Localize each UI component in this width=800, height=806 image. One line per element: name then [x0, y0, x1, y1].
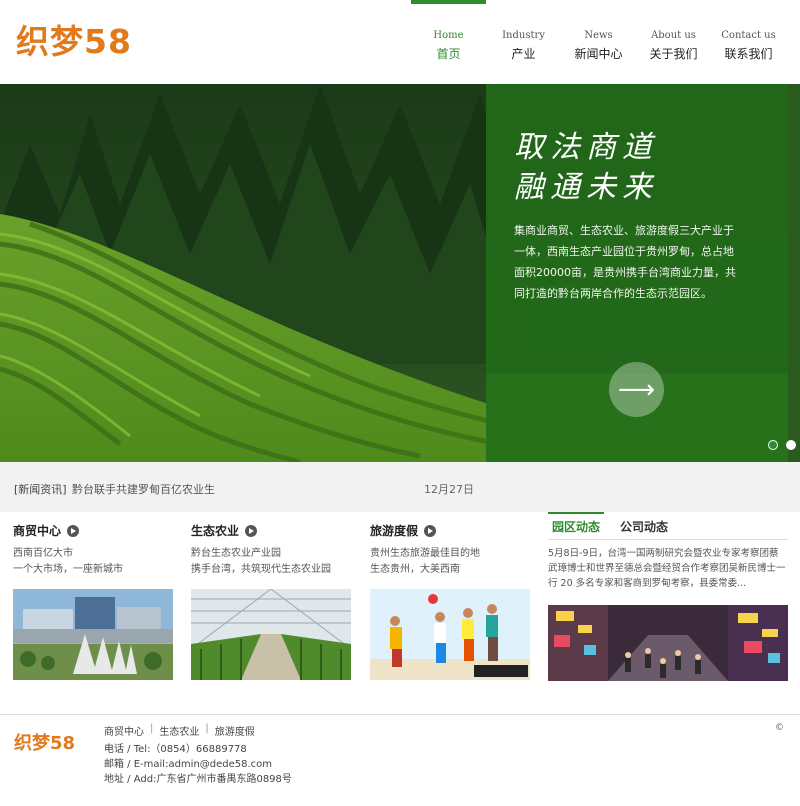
tab-news-summary[interactable]: 5月8日-9日，台湾一国两制研究会暨农业专家考察团蔡武璋博士和世界至德总会暨经贸… — [548, 546, 788, 591]
play-circle-icon — [67, 524, 80, 537]
site-logo[interactable]: 织梦58 — [16, 15, 132, 63]
banner-intro-text: 集商业商贸、生态农业、旅游度假三大产业于一体，西南生态产业园位于贵州罗甸，总占地… — [514, 224, 736, 300]
slider-dots — [768, 440, 796, 450]
column-subtitle: 西南百亿大市 — [13, 548, 73, 559]
main-nav: Home 首页 Industry 产业 News 新闻中心 About us 关… — [411, 0, 786, 84]
banner-more-button[interactable]: ⟶ — [609, 362, 664, 417]
play-circle-icon — [424, 524, 437, 537]
tab-company-news[interactable]: 公司动态 — [616, 512, 672, 540]
slogan-line-1: 取法商道 — [514, 130, 658, 165]
nav-indicator — [711, 0, 786, 4]
nav-indicator — [636, 0, 711, 4]
nav-item-en-label: News — [584, 30, 613, 41]
column-title-link[interactable]: 商贸中心 — [13, 522, 80, 539]
nav-item-about[interactable]: About us 关于我们 — [636, 0, 711, 84]
site-footer: 织梦58 商贸中心 | 生态农业 | 旅游度假 电话 / Tel:（0854）6… — [0, 714, 800, 806]
hero-banner: 取法商道 融通未来 集商业商贸、生态农业、旅游度假三大产业于一体，西南生态产业园… — [0, 84, 800, 462]
ticker-tag: [新闻资讯] — [14, 483, 67, 496]
beach-volleyball-photo[interactable] — [370, 589, 530, 680]
nav-item-en-label: About us — [651, 30, 696, 41]
footer-separator: | — [150, 723, 154, 734]
column-subtitle: 黔台生态农业产业园 — [191, 548, 281, 559]
nav-item-industry[interactable]: Industry 产业 — [486, 0, 561, 84]
nav-item-zh-label: 首页 — [436, 47, 461, 61]
commercial-complex-photo[interactable] — [13, 589, 173, 680]
night-market-photo[interactable] — [548, 605, 788, 681]
footer-links: 商贸中心 | 生态农业 | 旅游度假 — [104, 723, 255, 738]
ticker-date: 12月27日 — [424, 483, 474, 496]
nav-item-news[interactable]: News 新闻中心 — [561, 0, 636, 84]
nav-item-zh-label: 新闻中心 — [574, 47, 623, 61]
footer-copyright: © — [775, 723, 784, 733]
nav-item-home[interactable]: Home 首页 — [411, 0, 486, 84]
slogan-line-2: 融通未来 — [514, 170, 658, 205]
footer-logo[interactable]: 织梦58 — [14, 729, 75, 755]
nav-indicator — [561, 0, 636, 4]
nav-active-indicator — [411, 0, 486, 4]
column-desc: 一个大市场，一座新城市 — [13, 564, 123, 575]
site-header: 织梦58 Home 首页 Industry 产业 News 新闻中心 About… — [0, 0, 800, 84]
column-desc: 生态贵州，大美西南 — [370, 564, 460, 575]
slider-dot-2[interactable] — [786, 440, 796, 450]
nav-item-zh-label: 关于我们 — [649, 47, 698, 61]
nav-item-zh-label: 联系我们 — [724, 47, 773, 61]
nav-item-en-label: Contact us — [721, 30, 776, 41]
slider-dot-1[interactable] — [768, 440, 778, 450]
column-title: 商贸中心 — [13, 524, 62, 538]
news-ticker: [新闻资讯] 黔台联手共建罗甸百亿农业生 12月27日 — [0, 462, 800, 512]
banner-info-panel: 取法商道 融通未来 集商业商贸、生态农业、旅游度假三大产业于一体，西南生态产业园… — [486, 84, 788, 462]
footer-link-agriculture[interactable]: 生态农业 — [159, 723, 199, 738]
footer-email: 邮箱 / E-mail:admin@dede58.com — [104, 759, 273, 770]
footer-phone: 电话 / Tel:（0854）66889778 — [104, 744, 247, 755]
footer-link-commerce[interactable]: 商贸中心 — [104, 723, 144, 738]
nav-item-zh-label: 产业 — [511, 47, 536, 61]
column-desc: 携手台湾，共筑现代生态农业园 — [191, 564, 331, 575]
column-title-link[interactable]: 生态农业 — [191, 522, 258, 539]
nav-indicator — [486, 0, 561, 4]
column-title: 生态农业 — [191, 524, 240, 538]
footer-separator: | — [205, 723, 209, 734]
nav-item-en-label: Home — [433, 30, 464, 41]
greenhouse-photo[interactable] — [191, 589, 351, 680]
arrow-right-icon: ⟶ — [617, 374, 656, 405]
banner-slogan: 取法商道 融通未来 — [514, 128, 658, 208]
tab-park-news[interactable]: 园区动态 — [548, 512, 605, 540]
news-tabs-panel: 园区动态 公司动态 5月8日-9日，台湾一国两制研究会暨农业专家考察团蔡武璋博士… — [548, 512, 788, 682]
column-title: 旅游度假 — [370, 524, 419, 538]
news-tabs: 园区动态 公司动态 — [548, 512, 788, 540]
play-circle-icon — [245, 524, 258, 537]
footer-address: 地址 / Add:广东省广州市番禺东路0898号 — [104, 774, 292, 785]
ticker-headline-link[interactable]: 黔台联手共建罗甸百亿农业生 — [72, 481, 215, 497]
column-subtitle: 贵州生态旅游最佳目的地 — [370, 548, 480, 559]
column-title-link[interactable]: 旅游度假 — [370, 522, 437, 539]
nav-item-contact[interactable]: Contact us 联系我们 — [711, 0, 786, 84]
footer-link-tourism[interactable]: 旅游度假 — [215, 723, 255, 738]
nav-item-en-label: Industry — [502, 30, 545, 41]
